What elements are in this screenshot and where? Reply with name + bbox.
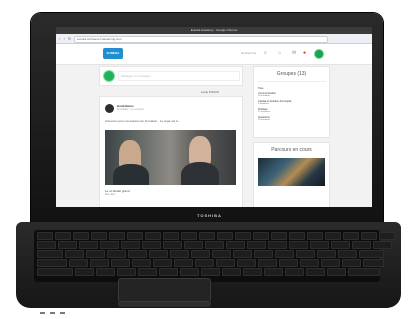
- notification-icon[interactable]: ●: [303, 50, 306, 56]
- group-item[interactable]: Capital et Solution Accomplie 8 membres: [254, 99, 329, 107]
- feed-post: Hoda Bensi Formation - il y a 2 jours An…: [99, 96, 243, 207]
- user-avatar[interactable]: [314, 49, 324, 59]
- search-icon[interactable]: ⌕: [264, 50, 267, 56]
- group-members: 15 membres: [258, 111, 271, 113]
- group-members: 18 membres: [258, 95, 271, 97]
- nav-arrows-icon[interactable]: ‹ › ↻: [59, 36, 72, 41]
- key-row: [37, 241, 392, 249]
- post-video[interactable]: [105, 130, 236, 185]
- laptop-brand: TOSHIBA: [197, 213, 222, 218]
- groups-panel: Groupes (13) Tous Communication 18 membre…: [253, 66, 330, 138]
- post-meta: Formation - il y a 2 jours: [117, 108, 144, 111]
- search-input[interactable]: Rechercher: [241, 51, 261, 56]
- status-led: [50, 312, 55, 314]
- laptop-screen: Eureka Academy - Google Chrome ‹ › ↻ eur…: [56, 27, 372, 207]
- status-led: [60, 312, 65, 314]
- feed-filter[interactable]: Lucie PISCIS: [201, 90, 219, 94]
- touchpad: [118, 278, 211, 302]
- app-header: EUREKA Rechercher ⌕ ⌂ ✉ ●: [56, 44, 372, 65]
- composer-avatar: [104, 71, 114, 81]
- group-item[interactable]: Communication 18 membres: [254, 91, 329, 99]
- post-text: Annonce pour ma session de formation - L…: [105, 119, 181, 123]
- group-members: 8 membres: [258, 103, 269, 105]
- courses-panel: Parcours en cours: [253, 142, 330, 207]
- keyboard: [34, 230, 395, 282]
- address-bar[interactable]: eureka.curbaeva.fr/elearning.com: [74, 36, 328, 43]
- browser-title: Eureka Academy - Google Chrome: [56, 27, 372, 34]
- group-item[interactable]: Pratique 15 membres: [254, 107, 329, 115]
- key-row: [37, 268, 380, 276]
- app-logo[interactable]: EUREKA: [103, 48, 123, 59]
- group-members: 10 membres: [258, 119, 271, 121]
- groups-title: Groupes (13): [276, 71, 307, 77]
- touchpad-buttons: [118, 302, 211, 307]
- status-led: [40, 312, 45, 314]
- key-row: [37, 232, 395, 240]
- video-person-right-body: [181, 162, 219, 185]
- video-caption-sub: Bien-Etre: [105, 193, 116, 196]
- key-row: [37, 250, 384, 258]
- course-thumbnail[interactable]: [258, 158, 325, 186]
- composer-input[interactable]: Partager un message...: [118, 71, 240, 81]
- browser-toolbar: ‹ › ↻ eureka.curbaeva.fr/elearning.com: [56, 34, 372, 44]
- laptop-photo: Eureka Academy - Google Chrome ‹ › ↻ eur…: [0, 0, 415, 319]
- messages-icon[interactable]: ✉: [292, 50, 296, 56]
- post-author-avatar[interactable]: [105, 104, 114, 113]
- group-item[interactable]: Questions 10 membres: [254, 115, 329, 123]
- main-content: Partager un message... Lucie PISCIS Hoda…: [56, 64, 372, 207]
- post-composer: Partager un message...: [99, 66, 243, 86]
- video-person-left-body: [113, 164, 149, 185]
- key-row: [37, 259, 384, 267]
- home-icon[interactable]: ⌂: [278, 50, 281, 56]
- divider: [257, 81, 326, 82]
- courses-title: Parcours en cours: [271, 147, 312, 153]
